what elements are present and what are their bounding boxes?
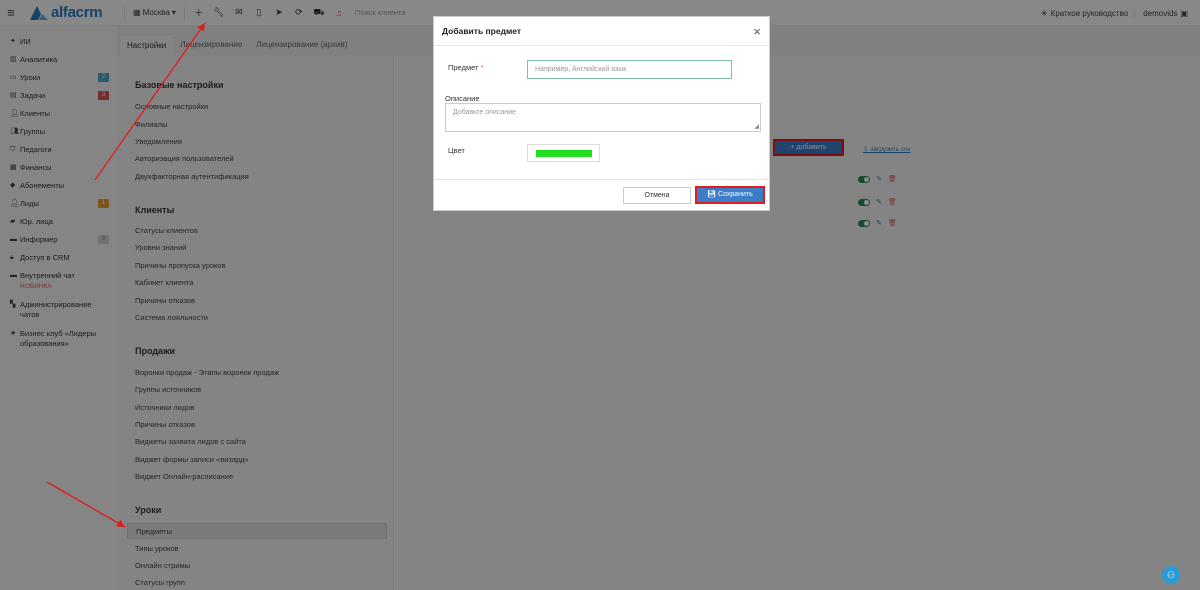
arrow-to-wrench	[94, 22, 206, 181]
arrow-to-subjects	[46, 481, 126, 528]
annotation-arrows	[46, 22, 206, 528]
help-chat-icon[interactable]: ⚇	[1162, 566, 1180, 584]
